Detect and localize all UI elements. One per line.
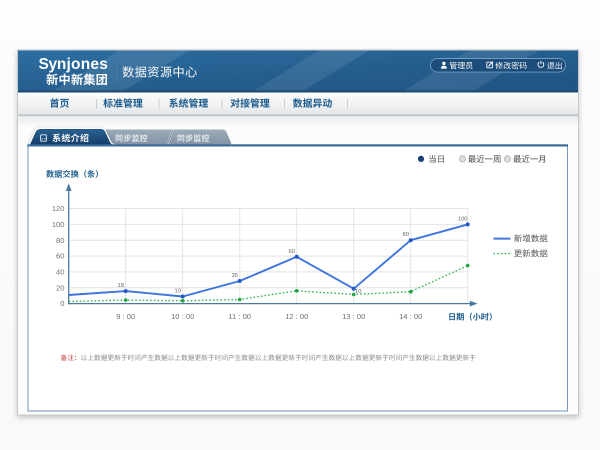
svg-text:12 : 00: 12 : 00 [285,312,308,321]
svg-text:100: 100 [52,220,65,229]
svg-text:14 : 00: 14 : 00 [399,312,422,321]
svg-text:60: 60 [56,252,64,261]
svg-text:0: 0 [60,299,64,308]
svg-text:120: 120 [52,204,65,213]
svg-text:20: 20 [56,283,64,292]
svg-text:Synjones: Synjones [39,56,109,73]
svg-text:10 : 00: 10 : 00 [171,312,194,321]
svg-text:11 : 00: 11 : 00 [228,312,251,321]
svg-text:10: 10 [355,289,361,295]
svg-text:13 : 00: 13 : 00 [342,312,365,321]
svg-text:9 : 00: 9 : 00 [116,312,135,321]
svg-text:80: 80 [56,236,64,245]
svg-text:40: 40 [56,268,64,277]
svg-text:35: 35 [231,273,237,279]
svg-text:18: 18 [117,283,123,289]
svg-text:60: 60 [288,249,294,255]
svg-text:100: 100 [458,216,468,222]
svg-text:10: 10 [174,289,180,295]
svg-text:80: 80 [402,232,408,238]
